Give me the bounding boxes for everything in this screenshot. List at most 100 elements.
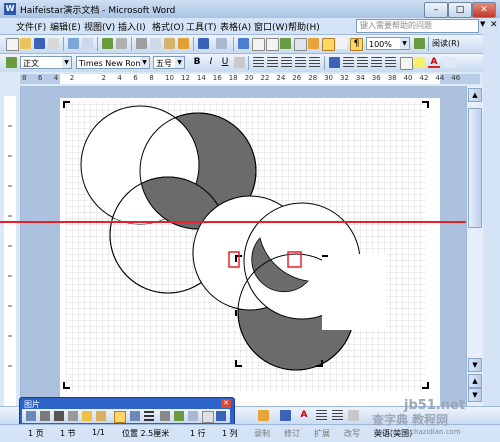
help-search-input[interactable]: 键入需要帮助的问题 <box>356 19 479 33</box>
line-spacing-icon[interactable] <box>329 57 340 68</box>
highlight-icon[interactable] <box>414 57 425 68</box>
scroll-up-button[interactable]: ▲ <box>468 88 482 102</box>
menu-insert[interactable]: 插入(I) <box>118 20 146 33</box>
show-hide-icon[interactable] <box>336 38 347 49</box>
maximize-button[interactable]: □ <box>448 2 472 18</box>
menu-format[interactable]: 格式(O) <box>152 20 184 33</box>
underline-button[interactable]: U <box>219 56 231 69</box>
align-center-icon[interactable] <box>267 57 278 68</box>
insert-table-icon[interactable] <box>266 38 279 51</box>
menu-tools[interactable]: 工具(T) <box>186 20 217 33</box>
align-left-icon[interactable] <box>253 57 264 68</box>
char-border-icon[interactable] <box>234 57 245 68</box>
print-preview-icon[interactable] <box>82 38 93 49</box>
menu-view[interactable]: 视图(V) <box>84 20 115 33</box>
menu-file[interactable]: 文件(F) <box>16 20 46 33</box>
permission-icon[interactable] <box>48 38 59 49</box>
line-color-icon[interactable] <box>280 410 291 421</box>
cut-icon[interactable] <box>136 38 147 49</box>
draw-font-color-button[interactable]: A <box>298 409 310 422</box>
outside-border-icon[interactable] <box>400 57 413 70</box>
menu-help[interactable]: 帮助(H) <box>288 20 320 33</box>
crop-icon[interactable] <box>114 411 126 423</box>
close-document-button[interactable]: ✕ <box>490 20 498 30</box>
tables-borders-icon[interactable] <box>252 38 265 51</box>
text-wrapping-icon[interactable] <box>174 411 184 421</box>
more-contrast-icon[interactable] <box>54 411 64 421</box>
numbering-icon[interactable] <box>343 57 354 68</box>
hyperlink-icon[interactable] <box>238 38 249 49</box>
line-style-icon[interactable] <box>316 410 327 421</box>
vertical-ruler[interactable] <box>0 86 21 406</box>
bold-button[interactable]: B <box>191 56 203 69</box>
autoshapes-icon[interactable] <box>258 410 269 421</box>
drawing-icon[interactable] <box>308 38 319 49</box>
undo-icon[interactable] <box>198 38 209 49</box>
font-select[interactable]: Times New Roman ▼ <box>76 56 150 69</box>
zoom-select[interactable]: 100% ▼ <box>366 37 410 50</box>
align-right-icon[interactable] <box>281 57 292 68</box>
less-contrast-icon[interactable] <box>68 411 78 421</box>
color-icon[interactable] <box>40 411 50 421</box>
columns-icon[interactable] <box>294 38 307 51</box>
insert-excel-icon[interactable] <box>280 38 291 49</box>
scroll-thumb[interactable] <box>468 108 482 228</box>
increase-indent-icon[interactable] <box>385 57 396 68</box>
font-color-button[interactable]: A <box>428 56 440 68</box>
more-brightness-icon[interactable] <box>82 411 92 421</box>
reset-picture-icon[interactable] <box>216 411 226 421</box>
help-dropdown-icon[interactable]: ▼ <box>480 20 485 28</box>
menu-table[interactable]: 表格(A) <box>220 20 251 33</box>
menu-window[interactable]: 窗口(W) <box>254 20 288 33</box>
paragraph-mark-icon[interactable]: ¶ <box>350 38 363 51</box>
next-page-button[interactable]: ▼ <box>468 388 482 402</box>
format-painter-icon[interactable] <box>178 38 189 49</box>
spelling-icon[interactable] <box>102 38 113 49</box>
horizontal-ruler[interactable]: 8 6 4 2 2 4 6 8 10 12 14 16 18 20 22 24 26 28 30 32 34 36 38 40… <box>0 72 500 87</box>
picture-toolbar[interactable]: 图片 ✕ <box>19 397 235 427</box>
print-icon[interactable] <box>68 38 79 49</box>
document-map-icon[interactable] <box>322 38 335 51</box>
copy-icon[interactable] <box>150 38 161 49</box>
status-extend[interactable]: 扩展 <box>314 428 330 439</box>
new-document-icon[interactable] <box>6 38 19 51</box>
less-brightness-icon[interactable] <box>96 411 106 421</box>
save-icon[interactable] <box>34 38 45 49</box>
insert-picture-icon[interactable] <box>26 411 36 421</box>
font-size-select[interactable]: 五号 ▼ <box>153 56 185 69</box>
bullets-icon[interactable] <box>357 57 368 68</box>
document-area[interactable] <box>21 86 466 406</box>
justify-icon[interactable] <box>295 57 306 68</box>
compress-pictures-icon[interactable] <box>160 411 170 421</box>
line-style-icon[interactable] <box>144 411 154 421</box>
status-track-changes[interactable]: 修订 <box>284 428 300 439</box>
paste-icon[interactable] <box>164 38 175 49</box>
open-folder-icon[interactable] <box>20 38 31 49</box>
vertical-scrollbar[interactable]: ▲ ▼ ▲ ▼ <box>466 86 484 406</box>
decrease-indent-icon[interactable] <box>371 57 382 68</box>
word-app-icon[interactable]: W <box>4 3 16 15</box>
close-button[interactable]: ✕ <box>472 2 496 18</box>
dash-style-icon[interactable] <box>332 410 343 421</box>
document-page[interactable] <box>60 98 440 406</box>
style-select[interactable]: 正文 ▼ <box>20 56 72 69</box>
research-icon[interactable] <box>116 38 127 49</box>
reading-mode-button[interactable]: 阅读(R) <box>432 38 460 49</box>
cropped-picture-area[interactable] <box>322 254 386 330</box>
rotate-icon[interactable] <box>130 411 140 421</box>
scroll-down-button[interactable]: ▼ <box>468 358 482 372</box>
menu-edit[interactable]: 编辑(E) <box>50 20 81 33</box>
format-picture-icon[interactable] <box>188 411 198 421</box>
picture-toolbar-close-button[interactable]: ✕ <box>221 399 231 408</box>
set-transparent-color-icon[interactable] <box>202 411 214 423</box>
status-record[interactable]: 录制 <box>254 428 270 439</box>
distributed-icon[interactable] <box>309 57 320 68</box>
redo-icon[interactable] <box>216 38 227 49</box>
minimize-button[interactable]: – <box>424 2 448 18</box>
help-icon[interactable] <box>414 38 425 49</box>
styles-pane-icon[interactable] <box>6 57 17 68</box>
arrow-style-icon[interactable] <box>348 410 359 421</box>
italic-button[interactable]: I <box>205 56 217 69</box>
previous-page-button[interactable]: ▲ <box>468 374 482 388</box>
toolbar-options-icon[interactable] <box>444 57 455 68</box>
